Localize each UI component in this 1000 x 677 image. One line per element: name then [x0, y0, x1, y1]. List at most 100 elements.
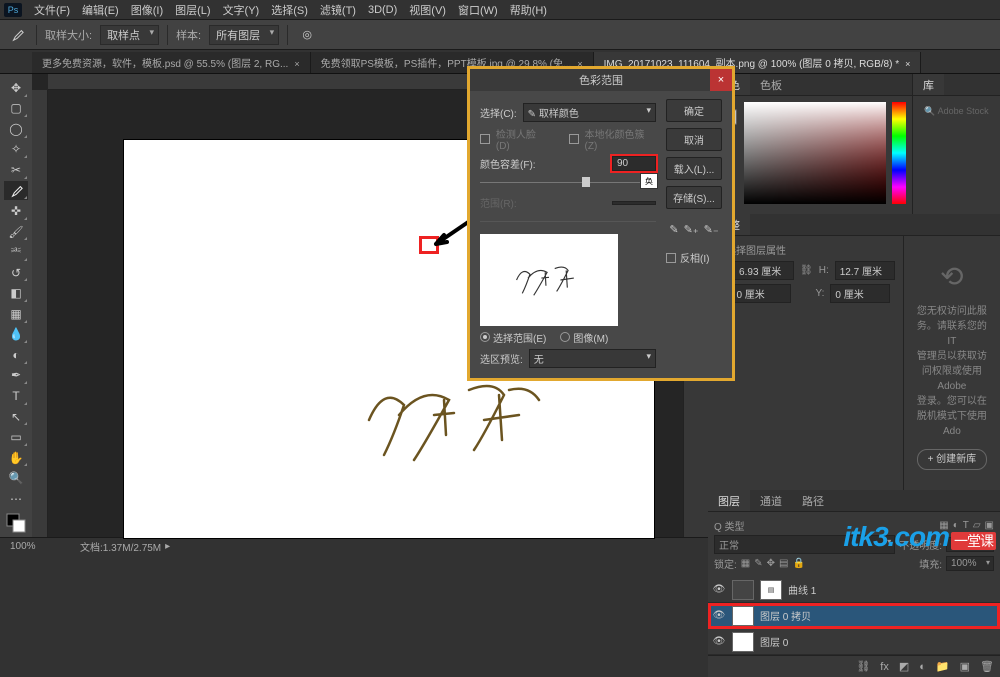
- select-dropdown[interactable]: ✎ 取样颜色: [523, 103, 656, 122]
- width-field[interactable]: 6.93 厘米: [734, 261, 794, 280]
- preview-image[interactable]: [480, 234, 618, 326]
- ok-button[interactable]: 确定: [666, 99, 722, 122]
- sample-layer-dropdown[interactable]: 所有图层: [209, 25, 279, 45]
- menu-file[interactable]: 文件(F): [28, 0, 76, 20]
- menu-3d[interactable]: 3D(D): [362, 2, 403, 18]
- ruler-vertical[interactable]: [32, 90, 48, 537]
- visibility-icon[interactable]: 👁: [712, 636, 726, 647]
- layer-thumbnail[interactable]: [732, 632, 754, 652]
- shape-tool-icon[interactable]: ▭: [4, 427, 28, 447]
- document-size[interactable]: 文档:1.37M/2.75M: [80, 539, 161, 554]
- eyedropper-plus-icon[interactable]: ✎₊: [684, 223, 699, 236]
- lock-trans-icon[interactable]: ▦: [741, 558, 750, 569]
- hand-tool-icon[interactable]: ✋: [4, 448, 28, 468]
- y-field[interactable]: 0 厘米: [830, 284, 890, 303]
- dialog-titlebar[interactable]: 色彩范围 ×: [470, 69, 732, 91]
- layer-name[interactable]: 图层 0: [760, 634, 788, 649]
- tab-paths[interactable]: 路径: [792, 490, 834, 511]
- pen-tool-icon[interactable]: ✒: [4, 366, 28, 386]
- dodge-tool-icon[interactable]: ◐: [4, 345, 28, 365]
- color-swatches-icon[interactable]: [4, 509, 28, 536]
- layer-name[interactable]: 图层 0 拷贝: [760, 608, 811, 623]
- link-layers-icon[interactable]: ⛓: [856, 660, 870, 673]
- move-tool-icon[interactable]: ✥: [4, 78, 28, 98]
- menu-window[interactable]: 窗口(W): [452, 0, 504, 20]
- create-library-button[interactable]: + 创建新库: [917, 449, 988, 470]
- eraser-tool-icon[interactable]: ◧: [4, 283, 28, 303]
- brush-tool-icon[interactable]: 🖌: [4, 222, 28, 242]
- history-brush-icon[interactable]: ↺: [4, 263, 28, 283]
- type-tool-icon[interactable]: T: [4, 386, 28, 406]
- wand-tool-icon[interactable]: ✧: [4, 140, 28, 160]
- menu-view[interactable]: 视图(V): [403, 0, 452, 20]
- height-field[interactable]: 12.7 厘米: [835, 261, 895, 280]
- eyedropper-minus-icon[interactable]: ✎₋: [704, 223, 719, 236]
- link-wh-icon[interactable]: ⛓: [800, 265, 813, 276]
- delete-layer-icon[interactable]: 🗑: [980, 660, 994, 673]
- menu-image[interactable]: 图像(I): [125, 0, 169, 20]
- more-tools-icon[interactable]: ⋯: [4, 489, 28, 509]
- doc-tab-1[interactable]: 更多免费资源，软件，模板.psd @ 55.5% (图层 2, RG...×: [32, 52, 311, 73]
- tab-libraries[interactable]: 库: [913, 74, 944, 95]
- gradient-tool-icon[interactable]: ▦: [4, 304, 28, 324]
- close-icon[interactable]: ×: [294, 59, 299, 69]
- lock-nest-icon[interactable]: ▤: [779, 558, 788, 569]
- visibility-icon[interactable]: 👁: [712, 610, 726, 621]
- fill-field[interactable]: 100%: [946, 556, 994, 571]
- layer-row[interactable]: 👁 ▤ 曲线 1: [708, 577, 1000, 603]
- invert-checkbox[interactable]: [666, 253, 676, 263]
- menu-select[interactable]: 选择(S): [265, 0, 314, 20]
- layer-row[interactable]: 👁 图层 0: [708, 629, 1000, 655]
- lock-pos-icon[interactable]: ✥: [767, 558, 775, 569]
- fuzziness-slider[interactable]: 奂: [480, 175, 656, 189]
- layer-fx-icon[interactable]: fx: [880, 661, 889, 673]
- layer-row[interactable]: 👁 图层 0 拷贝: [708, 603, 1000, 629]
- cancel-button[interactable]: 取消: [666, 128, 722, 151]
- group-icon[interactable]: 📁: [936, 660, 950, 673]
- sample-size-dropdown[interactable]: 取样点: [100, 25, 159, 45]
- zoom-tool-icon[interactable]: 🔍: [4, 468, 28, 488]
- show-ring-icon[interactable]: ◎: [296, 24, 318, 46]
- fuzziness-field[interactable]: 90: [612, 156, 656, 171]
- hue-slider[interactable]: [892, 102, 906, 204]
- stamp-tool-icon[interactable]: ⎃: [4, 242, 28, 262]
- x-field[interactable]: 0 厘米: [731, 284, 791, 303]
- radio-image[interactable]: [560, 332, 570, 342]
- color-field[interactable]: [744, 102, 886, 204]
- menu-filter[interactable]: 滤镜(T): [314, 0, 362, 20]
- crop-tool-icon[interactable]: ✂: [4, 160, 28, 180]
- adjustment-layer-icon[interactable]: ◐: [919, 661, 926, 673]
- lock-paint-icon[interactable]: ✎: [754, 558, 762, 569]
- path-tool-icon[interactable]: ↖: [4, 407, 28, 427]
- eyedropper-icon[interactable]: ✎: [669, 223, 678, 236]
- close-icon[interactable]: ×: [710, 69, 732, 91]
- close-icon[interactable]: ×: [905, 59, 910, 69]
- menu-type[interactable]: 文字(Y): [217, 0, 266, 20]
- zoom-level[interactable]: 100%: [10, 541, 60, 552]
- preview-dropdown[interactable]: 无: [529, 349, 656, 368]
- layer-name[interactable]: 曲线 1: [788, 582, 816, 597]
- layer-thumbnail[interactable]: [732, 606, 754, 626]
- marquee-tool-icon[interactable]: ▢: [4, 99, 28, 119]
- menu-edit[interactable]: 编辑(E): [76, 0, 125, 20]
- new-layer-icon[interactable]: ▣: [960, 660, 970, 673]
- lasso-tool-icon[interactable]: ◯: [4, 119, 28, 139]
- menu-layer[interactable]: 图层(L): [169, 0, 216, 20]
- eyedropper-tool-icon[interactable]: [4, 181, 28, 201]
- radio-selection[interactable]: [480, 332, 490, 342]
- tab-layers[interactable]: 图层: [708, 490, 750, 511]
- blur-tool-icon[interactable]: 💧: [4, 325, 28, 345]
- layer-mask-icon[interactable]: ◩: [899, 660, 909, 673]
- heal-tool-icon[interactable]: ✜: [4, 201, 28, 221]
- lock-all-icon[interactable]: 🔒: [792, 558, 804, 569]
- save-button[interactable]: 存储(S)...: [666, 186, 722, 209]
- menu-help[interactable]: 帮助(H): [504, 0, 553, 20]
- library-search[interactable]: 🔍 Adobe Stock: [913, 96, 1000, 127]
- tab-swatches[interactable]: 色板: [750, 74, 792, 95]
- tab-channels[interactable]: 通道: [750, 490, 792, 511]
- layer-thumbnail[interactable]: [732, 580, 754, 600]
- load-button[interactable]: 载入(L)...: [666, 157, 722, 180]
- eyedropper-tool-icon[interactable]: [6, 24, 28, 46]
- localized-checkbox[interactable]: [569, 134, 579, 144]
- mask-thumbnail[interactable]: ▤: [760, 580, 782, 600]
